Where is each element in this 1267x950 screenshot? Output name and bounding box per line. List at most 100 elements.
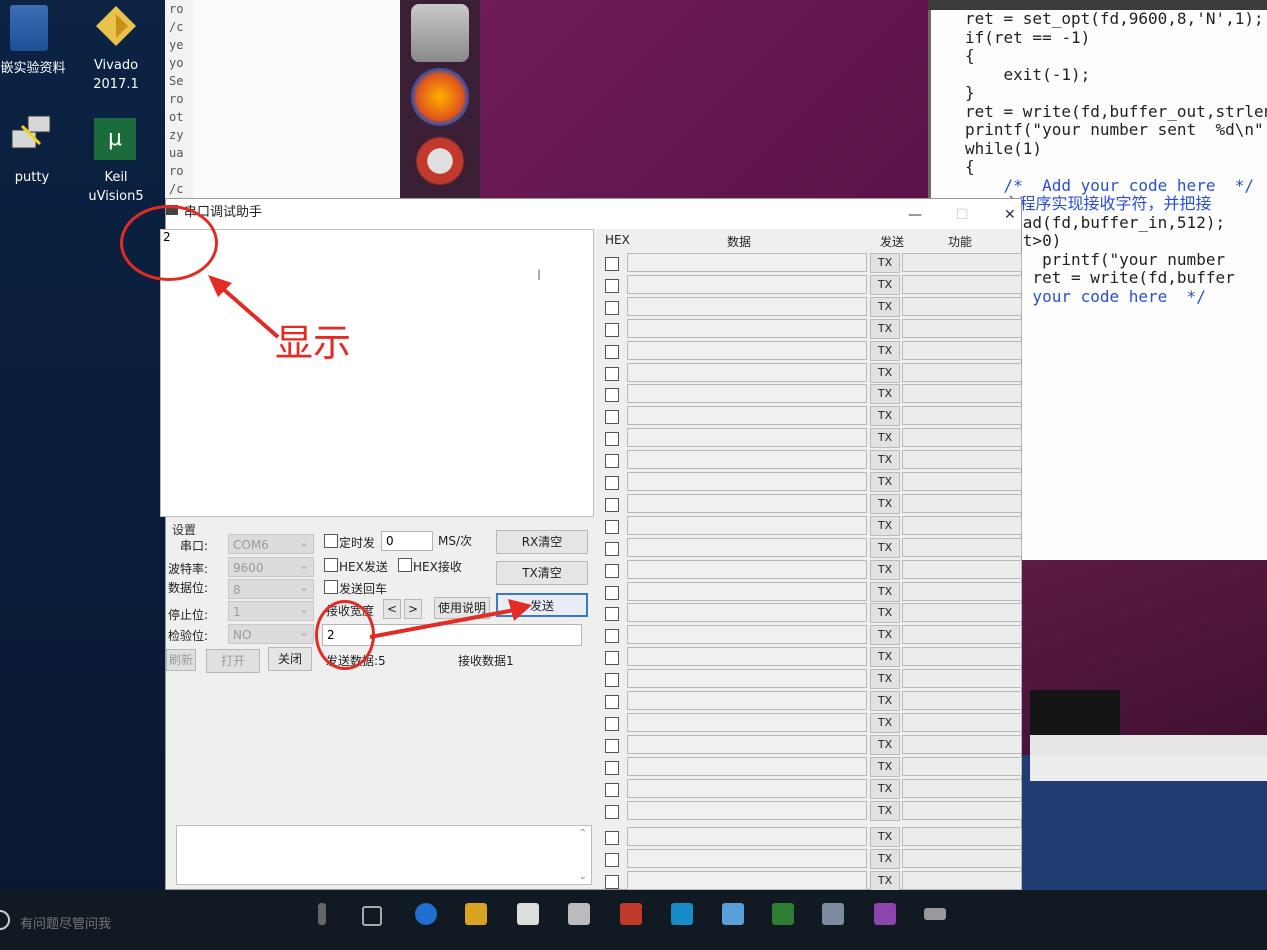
- row-hex-checkbox[interactable]: [605, 344, 619, 359]
- row-func-input[interactable]: [902, 625, 1022, 645]
- row-tx-button[interactable]: TX: [870, 734, 900, 755]
- folder-icon[interactable]: [10, 5, 48, 51]
- row-func-input[interactable]: [902, 800, 1022, 820]
- title-bar[interactable]: [166, 199, 1021, 229]
- app-purple-icon[interactable]: [874, 903, 896, 925]
- row-tx-button[interactable]: TX: [870, 340, 900, 361]
- row-hex-checkbox[interactable]: [605, 476, 619, 490]
- databits-select[interactable]: 8: [228, 577, 314, 599]
- scroll-down-icon[interactable]: ⌄: [579, 871, 587, 882]
- row-tx-button[interactable]: TX: [870, 362, 900, 383]
- row-func-input[interactable]: [902, 274, 1022, 294]
- row-hex-checkbox[interactable]: [605, 607, 619, 622]
- row-hex-checkbox[interactable]: [605, 432, 619, 447]
- row-func-input[interactable]: [902, 318, 1022, 338]
- app-lightblue-icon[interactable]: [722, 903, 744, 925]
- row-tx-button[interactable]: TX: [870, 647, 900, 668]
- row-func-input[interactable]: [902, 515, 1022, 535]
- scroll-up-icon[interactable]: ⌃: [579, 828, 587, 839]
- row-tx-button[interactable]: TX: [870, 515, 900, 536]
- row-tx-button[interactable]: TX: [870, 581, 900, 602]
- row-hex-checkbox[interactable]: [605, 738, 619, 753]
- open-port-button[interactable]: 打开: [206, 649, 260, 673]
- close-button[interactable]: ✕: [1004, 207, 1016, 223]
- row-data-input[interactable]: [627, 581, 867, 601]
- row-tx-button[interactable]: TX: [870, 450, 900, 471]
- row-hex-checkbox[interactable]: [605, 760, 619, 775]
- store-icon[interactable]: [517, 903, 539, 925]
- row-tx-button[interactable]: TX: [870, 318, 900, 339]
- row-tx-button[interactable]: TX: [870, 756, 900, 777]
- row-hex-checkbox[interactable]: [605, 322, 619, 337]
- settings-icon[interactable]: [411, 132, 469, 190]
- row-hex-checkbox[interactable]: [605, 629, 619, 644]
- row-func-input[interactable]: [902, 712, 1022, 732]
- minimize-button[interactable]: —: [908, 207, 922, 223]
- firefox-icon[interactable]: [411, 68, 469, 126]
- row-func-input[interactable]: [902, 647, 1022, 667]
- parity-select[interactable]: NO: [228, 622, 314, 644]
- app-blue-icon[interactable]: [671, 903, 693, 925]
- row-data-input[interactable]: [627, 849, 867, 869]
- explorer-icon[interactable]: [465, 903, 487, 925]
- row-hex-checkbox[interactable]: [605, 300, 619, 315]
- row-tx-button[interactable]: TX: [870, 253, 900, 273]
- bottom-textarea[interactable]: ⌃ ⌄: [176, 825, 592, 885]
- row-data-input[interactable]: [627, 625, 867, 645]
- row-func-input[interactable]: [902, 384, 1022, 404]
- row-data-input[interactable]: [627, 871, 867, 891]
- row-func-input[interactable]: [902, 756, 1022, 776]
- row-tx-button[interactable]: TX: [870, 849, 900, 870]
- row-func-input[interactable]: [902, 559, 1022, 579]
- row-func-input[interactable]: [902, 734, 1022, 754]
- row-func-input[interactable]: [902, 778, 1022, 798]
- row-tx-button[interactable]: TX: [870, 274, 900, 295]
- row-data-input[interactable]: [627, 734, 867, 754]
- app-red-icon[interactable]: [620, 903, 642, 925]
- row-hex-checkbox[interactable]: [605, 257, 619, 271]
- row-func-input[interactable]: [902, 450, 1022, 470]
- row-data-input[interactable]: [627, 428, 867, 448]
- row-hex-checkbox[interactable]: [605, 673, 619, 688]
- row-tx-button[interactable]: TX: [870, 384, 900, 405]
- row-data-input[interactable]: [627, 493, 867, 513]
- row-tx-button[interactable]: TX: [870, 537, 900, 558]
- row-func-input[interactable]: [902, 581, 1022, 601]
- stopbits-select[interactable]: 1: [228, 599, 314, 621]
- row-data-input[interactable]: [627, 712, 867, 732]
- row-hex-checkbox[interactable]: [605, 853, 619, 868]
- row-data-input[interactable]: [627, 472, 867, 491]
- row-func-input[interactable]: [902, 849, 1022, 869]
- row-data-input[interactable]: [627, 778, 867, 798]
- row-hex-checkbox[interactable]: [605, 831, 619, 846]
- row-hex-checkbox[interactable]: [605, 497, 619, 512]
- row-func-input[interactable]: [902, 603, 1022, 623]
- close-port-button[interactable]: 关闭: [268, 647, 312, 671]
- tx-clear-button[interactable]: TX清空: [496, 561, 588, 585]
- vivado-icon[interactable]: [94, 4, 138, 48]
- files-icon[interactable]: [411, 4, 469, 62]
- row-tx-button[interactable]: TX: [870, 603, 900, 624]
- maximize-button[interactable]: ☐: [956, 207, 969, 223]
- hex-recv-checkbox[interactable]: [398, 558, 412, 572]
- timed-send-checkbox[interactable]: [324, 534, 338, 548]
- row-hex-checkbox[interactable]: [605, 454, 619, 469]
- task-view-icon[interactable]: [362, 906, 382, 926]
- row-hex-checkbox[interactable]: [605, 366, 619, 381]
- row-data-input[interactable]: [627, 406, 867, 426]
- port-select[interactable]: COM6: [228, 532, 314, 554]
- rx-clear-button[interactable]: RX清空: [496, 530, 588, 554]
- row-tx-button[interactable]: TX: [870, 493, 900, 514]
- row-data-input[interactable]: [627, 559, 867, 579]
- row-hex-checkbox[interactable]: [605, 695, 619, 709]
- baud-select[interactable]: 9600: [228, 555, 314, 577]
- row-data-input[interactable]: [627, 253, 867, 272]
- row-func-input[interactable]: [902, 296, 1022, 316]
- row-data-input[interactable]: [627, 647, 867, 667]
- row-hex-checkbox[interactable]: [605, 410, 619, 425]
- row-hex-checkbox[interactable]: [605, 716, 619, 731]
- row-hex-checkbox[interactable]: [605, 563, 619, 578]
- row-tx-button[interactable]: TX: [870, 669, 900, 690]
- row-tx-button[interactable]: TX: [870, 827, 900, 848]
- row-hex-checkbox[interactable]: [605, 278, 619, 293]
